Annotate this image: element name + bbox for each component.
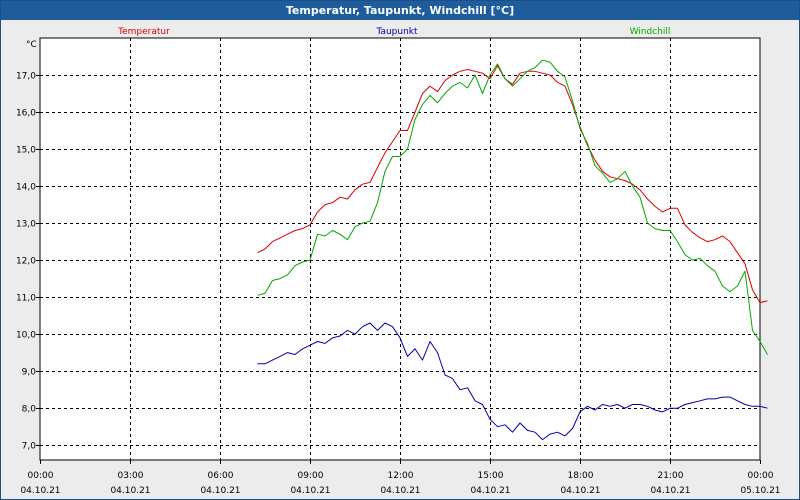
y-tick-label: 10,0: [16, 331, 36, 341]
x-tick-time: 09:00: [298, 471, 324, 481]
x-axis-ticks: 00:00 04.10.21 03:00 04.10.21 06:00 04.10.21 0…: [20, 460, 781, 496]
x-tick-time: 12:00: [388, 471, 414, 481]
y-axis-ticks: 7,0 8,0 9,0 10,0 11,0 12,0 13,0 14,0 15,0 16,0 17,…: [16, 72, 40, 452]
x-tick-time: 03:00: [118, 471, 144, 481]
x-tick-date: 04.10.21: [470, 486, 510, 496]
x-tick-date: 04.10.21: [380, 486, 420, 496]
x-tick-date: 04.10.21: [20, 486, 60, 496]
y-tick-label: 12,0: [16, 257, 36, 267]
y-tick-label: 15,0: [16, 146, 36, 156]
y-tick-label: 13,0: [16, 220, 36, 230]
y-tick-label: 14,0: [16, 183, 36, 193]
x-tick-time: 18:00: [568, 471, 594, 481]
y-tick-label: 11,0: [16, 294, 36, 304]
x-tick-time: 06:00: [208, 471, 234, 481]
x-tick-date: 04.10.21: [110, 486, 150, 496]
y-tick-label: 8,0: [22, 405, 37, 415]
x-tick-date: 04.10.21: [200, 486, 240, 496]
y-tick-label: 16,0: [16, 109, 36, 119]
y-tick-label: 17,0: [16, 72, 36, 82]
x-tick-date: 04.10.21: [560, 486, 600, 496]
x-tick-time: 00:00: [748, 471, 774, 481]
y-tick-label: 9,0: [22, 368, 37, 378]
x-tick-time: 00:00: [28, 471, 54, 481]
y-axis-label: °C: [26, 40, 37, 50]
x-tick-date: 04.10.21: [290, 486, 330, 496]
x-tick-date: 05.10.21: [740, 486, 780, 496]
y-tick-label: 7,0: [22, 442, 37, 452]
x-tick-time: 21:00: [658, 471, 684, 481]
legend-temperatur: Temperatur: [117, 27, 170, 37]
legend-taupunkt: Taupunkt: [375, 27, 418, 37]
legend-windchill: Windchill: [630, 27, 671, 37]
x-tick-date: 04.10.21: [650, 486, 690, 496]
x-tick-time: 15:00: [478, 471, 504, 481]
line-chart: 7,0 8,0 9,0 10,0 11,0 12,0 13,0 14,0 15,0 16,0 17,…: [16, 27, 781, 496]
